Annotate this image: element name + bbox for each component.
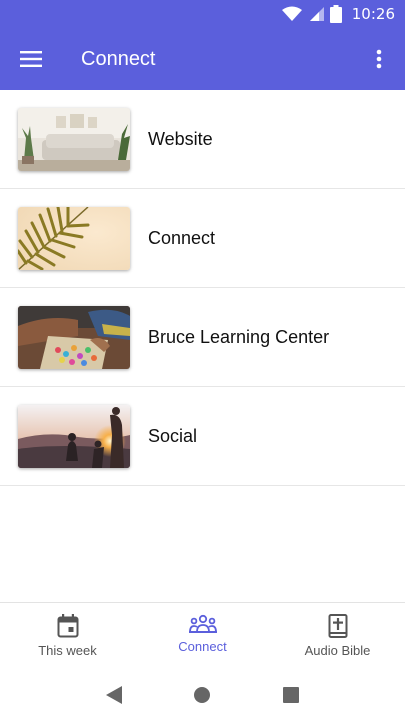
recents-button[interactable]	[271, 675, 311, 715]
tab-label: Audio Bible	[304, 643, 371, 658]
page-title: Connect	[81, 47, 156, 70]
bible-icon	[328, 614, 347, 638]
cell-signal-icon	[309, 7, 324, 21]
status-time: 10:26	[351, 5, 395, 23]
menu-button[interactable]	[0, 28, 62, 90]
back-icon	[106, 686, 123, 704]
home-icon	[194, 687, 211, 703]
battery-icon	[329, 5, 342, 23]
tab-audio-bible[interactable]: Audio Bible	[270, 603, 405, 670]
hamburger-menu-icon	[20, 51, 42, 67]
list-item-website[interactable]: Website	[0, 90, 405, 189]
recents-icon	[282, 687, 299, 703]
kids-playing-photo	[18, 305, 130, 369]
list-item-social[interactable]: Social	[0, 387, 405, 486]
wifi-icon	[281, 6, 302, 21]
living-room-photo	[18, 107, 130, 171]
more-options-button[interactable]	[353, 28, 405, 90]
home-button[interactable]	[182, 675, 222, 715]
more-vert-icon	[376, 49, 382, 69]
back-button[interactable]	[94, 675, 134, 715]
palm-leaf-photo	[18, 206, 130, 270]
tab-label: Connect	[178, 639, 227, 654]
app-bar: Connect	[0, 28, 405, 90]
group-icon	[188, 614, 217, 633]
tab-this-week[interactable]: This week	[0, 603, 135, 670]
list-item-label: Social	[148, 425, 198, 446]
calendar-icon	[57, 614, 78, 638]
bottom-navigation: This week Connect Audio Bible	[0, 602, 405, 670]
list-item-label: Website	[148, 128, 213, 149]
sunset-friends-photo	[18, 404, 130, 468]
tab-label: This week	[38, 643, 97, 658]
list-item-label: Connect	[148, 227, 216, 248]
link-list: Website Connect Bruce Learning Center So…	[0, 90, 405, 486]
list-item-connect[interactable]: Connect	[0, 189, 405, 288]
system-navigation-bar	[0, 670, 405, 720]
list-item-bruce-learning-center[interactable]: Bruce Learning Center	[0, 288, 405, 387]
list-item-label: Bruce Learning Center	[148, 326, 330, 347]
status-bar: 10:26	[0, 0, 405, 28]
tab-connect[interactable]: Connect	[135, 603, 270, 670]
